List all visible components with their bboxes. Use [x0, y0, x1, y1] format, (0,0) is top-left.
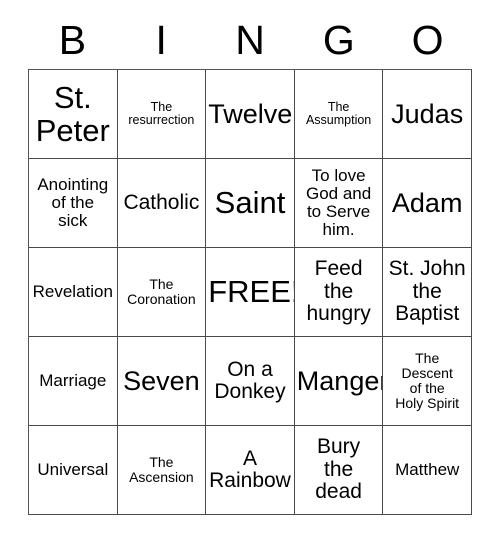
bingo-cell[interactable]: Seven	[117, 337, 207, 426]
bingo-cell[interactable]: St. John the Baptist	[383, 248, 472, 337]
bingo-cell-label: Manger	[296, 365, 384, 396]
bingo-cell-label: On a Donkey	[214, 357, 286, 403]
bingo-cell-label: The Assumption	[305, 99, 372, 127]
bingo-cell[interactable]: Adam	[383, 159, 472, 248]
bingo-header-letter-g: G	[322, 16, 355, 63]
bingo-header-letter-b: B	[58, 16, 87, 63]
bingo-cell[interactable]: The Descent of the Holy Spirit	[383, 337, 472, 426]
bingo-cell[interactable]: Judas	[383, 70, 472, 159]
bingo-free-cell[interactable]: FREE!	[206, 248, 295, 337]
bingo-header-letter-o: O	[411, 16, 444, 63]
bingo-cell-label: The resurrection	[128, 99, 195, 127]
bingo-grid: St. Peter The resurrection Twelve The Assum…	[28, 69, 472, 515]
bingo-cell[interactable]: Matthew	[383, 426, 472, 515]
bingo-cell[interactable]: A Rainbow	[206, 426, 295, 515]
bingo-cell[interactable]: Anointing of the sick	[29, 159, 118, 248]
bingo-cell[interactable]: Twelve	[206, 70, 295, 159]
bingo-cell[interactable]: Saint	[206, 159, 295, 248]
bingo-cell-label: The Coronation	[127, 276, 196, 307]
bingo-cell-label: To love God and to Serve him.	[305, 165, 372, 240]
bingo-cell-label: Marriage	[39, 370, 107, 390]
bingo-cell-label: Adam	[391, 187, 463, 218]
bingo-cell-label: St. John the Baptist	[388, 257, 466, 326]
bingo-cell[interactable]: Bury the dead	[294, 426, 384, 515]
bingo-cell-label: Twelve	[208, 98, 293, 129]
bingo-cell[interactable]: The resurrection	[117, 70, 207, 159]
bingo-cell-label: Revelation	[32, 281, 113, 301]
bingo-cell-label: A Rainbow	[209, 446, 291, 492]
bingo-cell-label: Universal	[37, 459, 109, 479]
bingo-header-letter-i: I	[155, 16, 167, 63]
bingo-cell[interactable]: The Coronation	[117, 248, 207, 337]
bingo-cell-label: The Descent of the Holy Spirit	[395, 350, 460, 411]
bingo-cell[interactable]: St. Peter	[29, 70, 118, 159]
bingo-header-letter-n: N	[235, 16, 265, 63]
bingo-cell-label: Saint	[214, 185, 286, 221]
bingo-cell-label: Seven	[123, 365, 200, 396]
bingo-cell-label: The Ascension	[129, 454, 194, 485]
bingo-cell[interactable]: The Assumption	[294, 70, 384, 159]
bingo-cell[interactable]: Universal	[29, 426, 118, 515]
bingo-cell[interactable]: The Ascension	[117, 426, 207, 515]
bingo-cell[interactable]: To love God and to Serve him.	[294, 159, 384, 248]
bingo-cell[interactable]: On a Donkey	[206, 337, 295, 426]
bingo-cell-label: Judas	[391, 98, 464, 129]
bingo-cell[interactable]: Catholic	[117, 159, 207, 248]
bingo-cell[interactable]: Manger	[294, 337, 384, 426]
bingo-cell[interactable]: Marriage	[29, 337, 118, 426]
bingo-cell-label: Feed the hungry	[306, 257, 371, 326]
bingo-header-row: BINGO	[28, 14, 472, 66]
bingo-cell-label: Bury the dead	[315, 435, 362, 504]
bingo-card: B I N G O St. Peter The resurrection Twelve The…	[0, 0, 500, 544]
bingo-cell-label: St. Peter	[35, 79, 110, 148]
bingo-cell-label: Matthew	[395, 459, 460, 479]
bingo-cell[interactable]: Feed the hungry	[294, 248, 384, 337]
bingo-cell-label: Catholic	[123, 190, 200, 214]
bingo-cell-label: Anointing of the sick	[37, 174, 109, 231]
bingo-cell-label: FREE!	[208, 274, 295, 310]
bingo-cell[interactable]: Revelation	[29, 248, 118, 337]
